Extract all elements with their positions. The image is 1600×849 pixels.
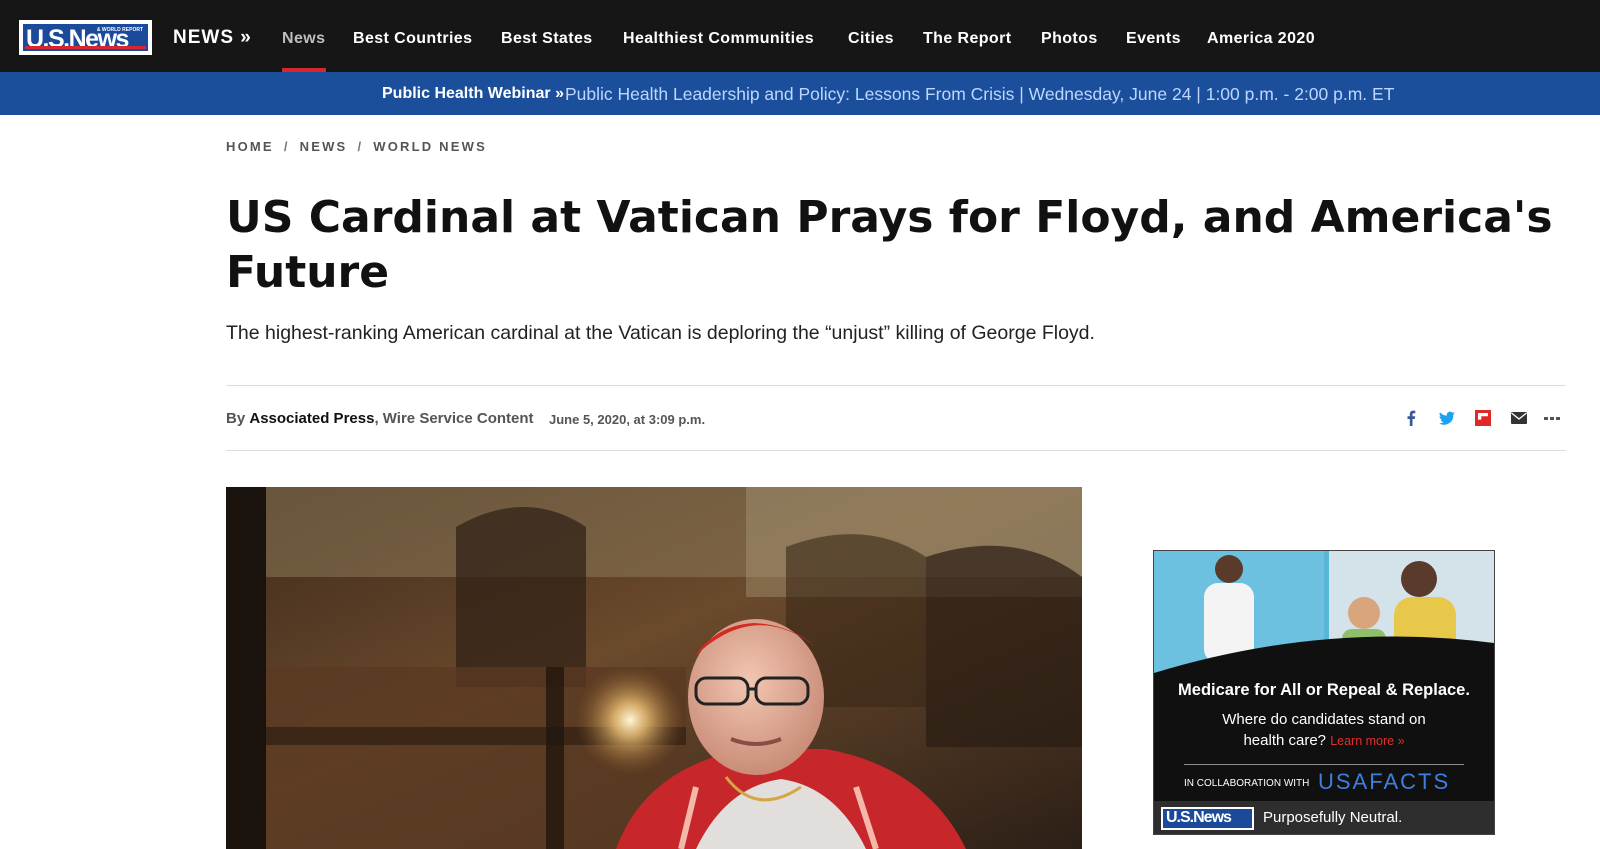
breadcrumb-separator: / [357,139,364,154]
byline: By Associated Press, Wire Service Conten… [226,410,534,427]
ad-collab-label: IN COLLABORATION WITH [1184,778,1310,789]
more-icon[interactable] [1543,408,1563,428]
breadcrumb-home[interactable]: HOME [226,139,274,154]
article-headline: US Cardinal at Vatican Prays for Floyd, … [226,192,1553,298]
nav-best-countries[interactable]: Best Countries [353,30,472,48]
ad-logo-background: U.S.News [1163,809,1252,828]
byline-author[interactable]: Associated Press [249,410,374,427]
logo-background: U.S.News & WORLD REPORT [23,24,148,53]
webinar-label[interactable]: Public Health Webinar » [382,85,564,103]
ad-learn-more-link[interactable]: Learn more » [1330,734,1404,748]
logo-subtext: & WORLD REPORT [96,27,143,33]
ad-illustration [1154,551,1494,673]
section-brand[interactable]: NEWS » [173,27,252,49]
nav-the-report[interactable]: The Report [923,30,1011,48]
flipboard-icon[interactable] [1473,408,1493,428]
logo-stripe [25,46,146,49]
nav-events[interactable]: Events [1126,30,1181,48]
ad-subtext-line2-text: health care? [1243,732,1327,749]
article-photo[interactable] [226,487,1082,849]
article-date: June 5, 2020, at 3:09 p.m. [549,412,706,427]
nav-healthiest-communities[interactable]: Healthiest Communities [623,30,814,48]
ad-subtext: Where do candidates stand on health care… [1154,709,1494,752]
breadcrumb: HOME / NEWS / WORLD NEWS [226,139,487,154]
webinar-link[interactable]: Public Health Leadership and Policy: Les… [565,84,1394,105]
ad-footer-text: Purposefully Neutral. [1263,809,1403,826]
advertisement[interactable]: Medicare for All or Repeal & Replace. Wh… [1153,550,1495,835]
nav-cities[interactable]: Cities [848,30,894,48]
ad-divider [1184,764,1464,765]
ad-footer: U.S.News Purposefully Neutral. [1154,801,1494,834]
byline-service: , Wire Service Content [374,410,534,427]
nav-news[interactable]: News [282,30,325,48]
facebook-icon[interactable] [1401,408,1421,428]
webinar-banner: Public Health Webinar » Public Health Le… [0,72,1600,115]
ad-usnews-logo: U.S.News [1161,807,1254,830]
nav-best-states[interactable]: Best States [501,30,593,48]
usafacts-logo: USAFACTS [1318,769,1451,794]
breadcrumb-separator: / [283,139,290,154]
top-nav: U.S.News & WORLD REPORT NEWS » News Best… [0,0,1600,72]
twitter-icon[interactable] [1437,408,1457,428]
nav-photos[interactable]: Photos [1041,30,1098,48]
breadcrumb-news[interactable]: NEWS [300,139,348,154]
breadcrumb-world-news[interactable]: WORLD NEWS [373,139,487,154]
byline-prefix: By [226,410,246,427]
ad-subtext-line1: Where do candidates stand on [1222,711,1426,728]
usnews-logo[interactable]: U.S.News & WORLD REPORT [19,20,152,55]
divider-bottom [226,450,1566,451]
ad-logo-text: U.S.News [1166,809,1232,826]
ad-headline: Medicare for All or Repeal & Replace. [1178,681,1470,699]
article-dek: The highest-ranking American cardinal at… [226,322,1095,344]
email-icon[interactable] [1509,408,1529,428]
nav-america-2020[interactable]: America 2020 [1207,30,1315,48]
cardinal-photo-illustration [226,487,1082,849]
divider-top [226,385,1566,386]
ad-subtext-line2: health care? Learn more » [1154,730,1494,752]
